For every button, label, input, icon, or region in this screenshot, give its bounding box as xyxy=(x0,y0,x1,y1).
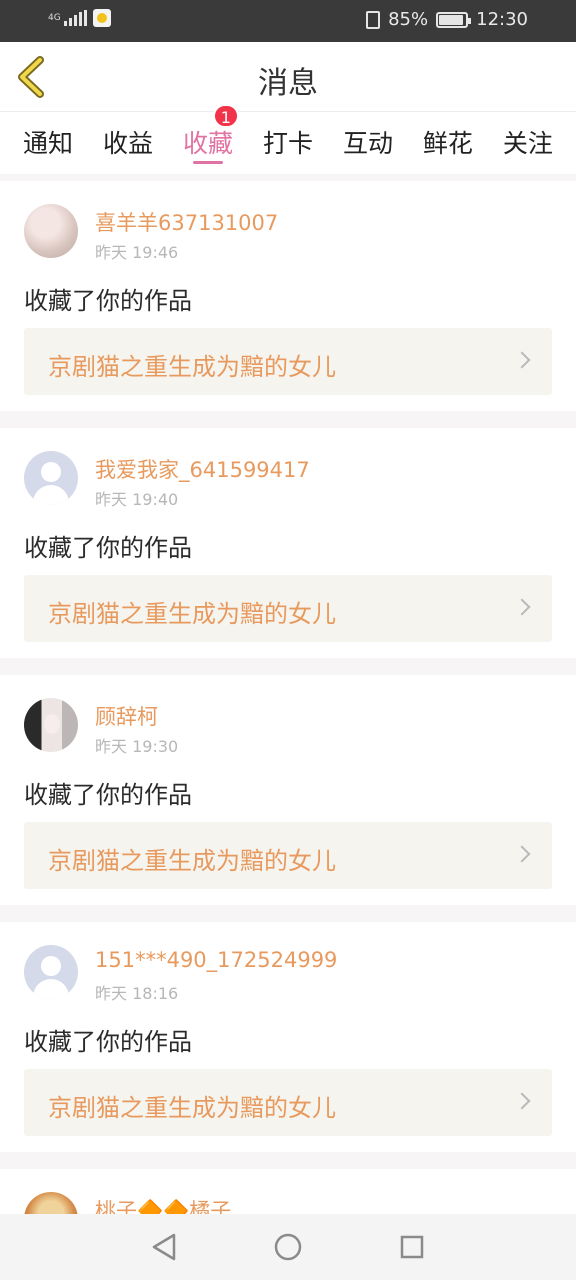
status-bar: 4G 85% 12:30 xyxy=(0,0,576,42)
work-link[interactable]: 京剧猫之重生成为黯的女儿 xyxy=(24,822,552,889)
tab-interactions[interactable]: 互动 xyxy=(343,112,393,174)
page-title: 消息 xyxy=(258,66,318,101)
message-time: 昨天 19:40 xyxy=(95,490,179,509)
tab-label: 互动 xyxy=(342,129,393,158)
message-time: 昨天 19:30 xyxy=(95,737,179,756)
network-type: 4G xyxy=(48,12,61,23)
battery-icon xyxy=(436,11,472,28)
header: 消息 xyxy=(0,42,576,112)
work-title: 京剧猫之重生成为黯的女儿 xyxy=(48,353,336,381)
nav-recents-button[interactable] xyxy=(395,1230,429,1264)
user-name[interactable]: 顾辞柯 xyxy=(95,701,158,731)
work-link[interactable]: 京剧猫之重生成为黯的女儿 xyxy=(24,1069,552,1136)
work-title: 京剧猫之重生成为黯的女儿 xyxy=(48,847,336,875)
avatar[interactable] xyxy=(24,945,78,999)
message-time: 昨天 19:46 xyxy=(95,243,179,262)
tab-earnings[interactable]: 收益 xyxy=(103,112,153,174)
chevron-right-icon xyxy=(513,351,531,369)
tab-label: 收藏 xyxy=(182,129,233,158)
message-card: 151***490_172524999 昨天 18:16 收藏了你的作品 京剧猫… xyxy=(0,922,576,1152)
tab-label: 打卡 xyxy=(262,129,313,158)
tab-bar: 通知 收益 收藏 1 打卡 互动 鲜花 关注 xyxy=(0,104,576,174)
status-right: 85% 12:30 xyxy=(366,9,528,30)
message-action: 收藏了你的作品 xyxy=(24,534,192,562)
chevron-right-icon xyxy=(513,845,531,863)
tab-label: 收益 xyxy=(102,129,153,158)
tab-flowers[interactable]: 鲜花 xyxy=(423,112,473,174)
chevron-right-icon xyxy=(513,1092,531,1110)
message-list: 喜羊羊637131007 昨天 19:46 收藏了你的作品 京剧猫之重生成为黯的… xyxy=(0,181,576,1256)
signal-icon xyxy=(64,10,87,26)
clock: 12:30 xyxy=(476,9,528,30)
message-action: 收藏了你的作品 xyxy=(24,1028,192,1056)
tab-label: 鲜花 xyxy=(422,129,473,158)
tab-notifications[interactable]: 通知 xyxy=(23,112,73,174)
tab-checkin[interactable]: 打卡 xyxy=(263,112,313,174)
triangle-back-icon xyxy=(152,1233,176,1261)
tab-label: 关注 xyxy=(502,129,553,158)
nav-back-button[interactable] xyxy=(147,1230,181,1264)
user-name[interactable]: 喜羊羊637131007 xyxy=(95,207,278,237)
work-link[interactable]: 京剧猫之重生成为黯的女儿 xyxy=(24,328,552,395)
system-nav-bar xyxy=(0,1214,576,1280)
nav-home-button[interactable] xyxy=(271,1230,305,1264)
avatar[interactable] xyxy=(24,204,78,258)
message-action: 收藏了你的作品 xyxy=(24,781,192,809)
avatar[interactable] xyxy=(24,698,78,752)
message-time: 昨天 18:16 xyxy=(95,984,179,1003)
avatar[interactable] xyxy=(24,451,78,505)
work-title: 京剧猫之重生成为黯的女儿 xyxy=(48,1094,336,1122)
app-notification-icon xyxy=(93,9,111,27)
vibrate-icon xyxy=(366,10,381,29)
unread-badge: 1 xyxy=(212,104,239,128)
user-name[interactable]: 我爱我家_641599417 xyxy=(95,454,310,484)
user-name[interactable]: 151***490_172524999 xyxy=(95,948,337,972)
message-card: 我爱我家_641599417 昨天 19:40 收藏了你的作品 京剧猫之重生成为… xyxy=(0,428,576,658)
battery-percent: 85% xyxy=(388,9,429,30)
tab-follows[interactable]: 关注 xyxy=(503,112,553,174)
message-card: 喜羊羊637131007 昨天 19:46 收藏了你的作品 京剧猫之重生成为黯的… xyxy=(0,181,576,411)
chevron-right-icon xyxy=(513,598,531,616)
work-title: 京剧猫之重生成为黯的女儿 xyxy=(48,600,336,628)
message-card: 顾辞柯 昨天 19:30 收藏了你的作品 京剧猫之重生成为黯的女儿 xyxy=(0,675,576,905)
message-action: 收藏了你的作品 xyxy=(24,287,192,315)
square-recents-icon xyxy=(400,1235,424,1259)
circle-home-icon xyxy=(274,1233,302,1261)
tab-favorites[interactable]: 收藏 1 xyxy=(182,104,239,174)
status-left: 4G xyxy=(48,9,111,27)
work-link[interactable]: 京剧猫之重生成为黯的女儿 xyxy=(24,575,552,642)
tab-label: 通知 xyxy=(23,129,74,158)
